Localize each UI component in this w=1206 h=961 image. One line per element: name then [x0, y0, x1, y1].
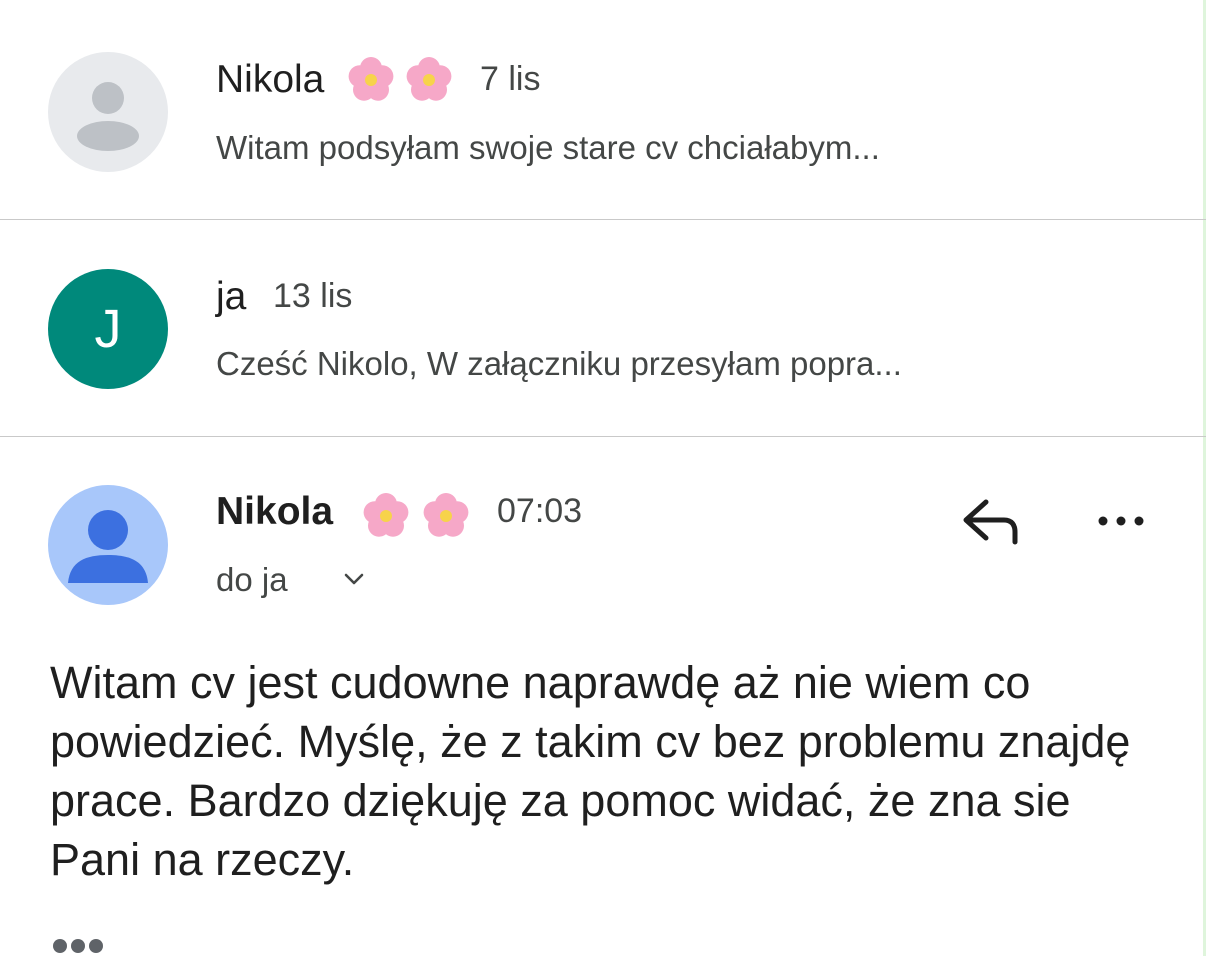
thread-message-collapsed[interactable]: Nikola 7 lis Witam podsyłam swoje stare …	[0, 0, 1206, 219]
sender-avatar[interactable]	[48, 485, 168, 605]
message-body: Witam cv jest cudowne naprawdę aż nie wi…	[50, 657, 1131, 885]
trimmed-content-icon	[53, 939, 103, 953]
show-trimmed-content-button[interactable]	[52, 936, 104, 961]
more-options-button[interactable]	[1092, 498, 1150, 544]
avatar-initial: J	[94, 299, 122, 359]
more-horizontal-icon	[1098, 516, 1144, 526]
message-snippet: Witam podsyłam swoje stare cv chciałabym…	[216, 129, 880, 166]
message-time: 07:03	[497, 492, 583, 530]
cherry-blossom-emoji-icon	[348, 57, 452, 101]
cherry-blossom-emoji-icon	[363, 493, 469, 537]
sender-name-text: Nikola	[216, 58, 325, 101]
sender-name: Nikola	[216, 58, 324, 102]
sender-avatar[interactable]: J	[48, 269, 168, 389]
open-message-sender: Nikola	[216, 490, 334, 533]
message-snippet: Cześć Nikolo, W załączniku przesyłam pop…	[216, 345, 902, 382]
reply-icon	[963, 499, 1018, 545]
message-date: 13 lis	[273, 277, 353, 315]
sender-name: ja	[216, 275, 247, 318]
thread-message-collapsed[interactable]: J ja 13 lis Cześć Nikolo, W załączniku p…	[0, 220, 1206, 436]
person-icon	[77, 82, 139, 151]
reply-button[interactable]	[958, 494, 1024, 550]
sender-avatar[interactable]	[48, 52, 168, 172]
recipients-line[interactable]: do ja	[216, 561, 288, 599]
person-icon	[68, 510, 148, 583]
message-date: 7 lis	[480, 60, 541, 98]
chevron-down-icon[interactable]	[343, 572, 365, 588]
